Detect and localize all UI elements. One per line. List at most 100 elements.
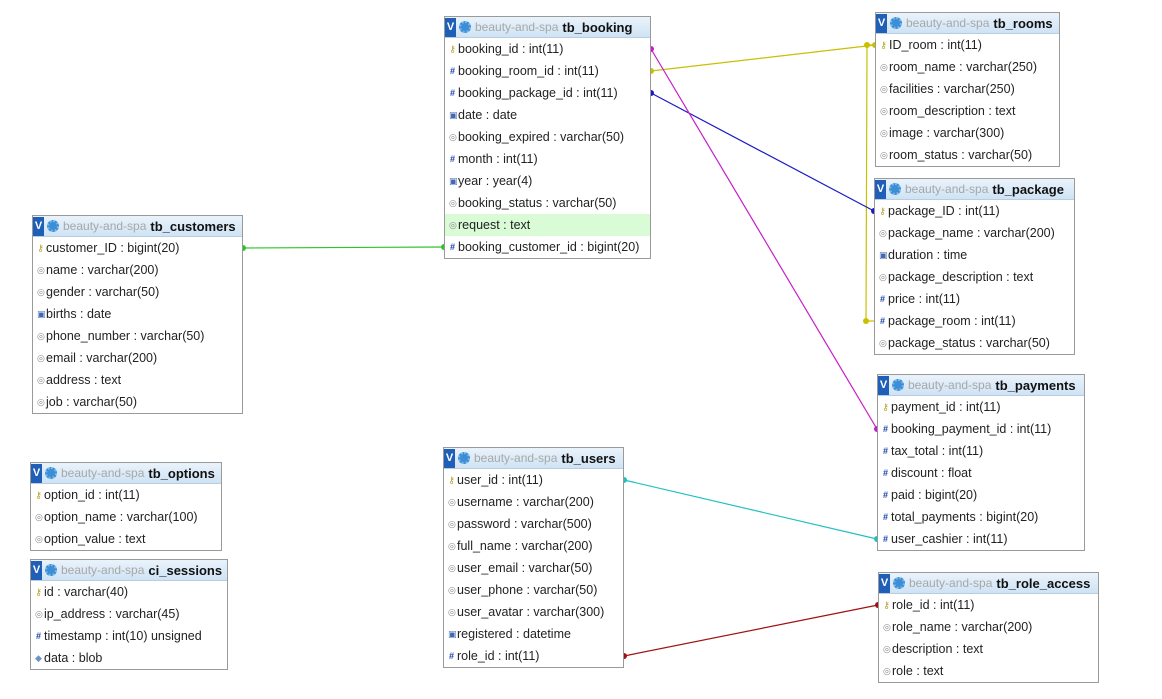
column-row[interactable]: ◎ image : varchar(300) — [876, 122, 1059, 144]
column-row[interactable]: ⚷ payment_id : int(11) — [878, 396, 1084, 418]
column-row[interactable]: ⚷ ID_room : int(11) — [876, 34, 1059, 56]
column-row[interactable]: # package_room : int(11) — [875, 310, 1074, 332]
toggle-view-button[interactable]: V — [445, 17, 456, 37]
column-row[interactable]: ◎ user_avatar : varchar(300) — [444, 601, 623, 623]
column-row[interactable]: ◎ booking_status : varchar(50) — [445, 192, 650, 214]
text-icon: ◎ — [35, 608, 43, 619]
column-label: email : varchar(200) — [46, 351, 158, 365]
hash-icon: # — [882, 446, 888, 456]
column-row[interactable]: ▣ registered : datetime — [444, 623, 623, 645]
table-header[interactable]: Vbeauty-and-spa tb_options — [31, 463, 221, 484]
column-row[interactable]: # paid : bigint(20) — [878, 484, 1084, 506]
toggle-view-button[interactable]: V — [31, 463, 42, 483]
column-row[interactable]: ◎ package_name : varchar(200) — [875, 222, 1074, 244]
column-row[interactable]: # month : int(11) — [445, 148, 650, 170]
table-tb-users[interactable]: Vbeauty-and-spa tb_users ⚷ user_id : int(11… — [443, 447, 624, 668]
column-row[interactable]: ◎ address : text — [33, 369, 242, 391]
table-header[interactable]: Vbeauty-and-spa tb_users — [444, 448, 623, 469]
toggle-view-button[interactable]: V — [31, 560, 42, 580]
column-row[interactable]: # discount : float — [878, 462, 1084, 484]
column-row[interactable]: ⚷ user_id : int(11) — [444, 469, 623, 491]
column-row[interactable]: ◎ booking_expired : varchar(50) — [445, 126, 650, 148]
toggle-view-button[interactable]: V — [33, 216, 44, 236]
toggle-view-button[interactable]: V — [875, 179, 886, 199]
column-row[interactable]: ▣ births : date — [33, 303, 242, 325]
column-row[interactable]: ▣ duration : time — [875, 244, 1074, 266]
gear-icon[interactable] — [893, 577, 905, 589]
gear-icon[interactable] — [890, 17, 902, 29]
table-ci-sessions[interactable]: Vbeauty-and-spa ci_sessions ⚷ id : varchar(… — [30, 559, 228, 670]
column-row[interactable]: ◎ phone_number : varchar(50) — [33, 325, 242, 347]
column-row[interactable]: ⚷ role_id : int(11) — [879, 594, 1098, 616]
column-row[interactable]: ◎ description : text — [879, 638, 1098, 660]
table-tb-customers[interactable]: Vbeauty-and-spa tb_customers ⚷ customer_ID … — [32, 215, 243, 414]
hash-icon: # — [449, 154, 455, 164]
gear-icon[interactable] — [459, 21, 471, 33]
column-row[interactable]: ◎ user_email : varchar(50) — [444, 557, 623, 579]
gear-icon[interactable] — [458, 452, 470, 464]
gear-icon[interactable] — [45, 467, 57, 479]
column-row[interactable]: ◎ request : text — [445, 214, 650, 236]
column-row[interactable]: ◎ option_value : text — [31, 528, 221, 550]
column-row[interactable]: ◎ job : varchar(50) — [33, 391, 242, 413]
column-row[interactable]: ◎ room_description : text — [876, 100, 1059, 122]
column-row[interactable]: # role_id : int(11) — [444, 645, 623, 667]
column-row[interactable]: ◎ gender : varchar(50) — [33, 281, 242, 303]
gear-icon[interactable] — [47, 220, 59, 232]
column-row[interactable]: ◎ ip_address : varchar(45) — [31, 603, 227, 625]
column-row[interactable]: ◎ package_status : varchar(50) — [875, 332, 1074, 354]
table-header[interactable]: Vbeauty-and-spa tb_package — [875, 179, 1074, 200]
table-header[interactable]: Vbeauty-and-spa tb_payments — [878, 375, 1084, 396]
table-header[interactable]: Vbeauty-and-spa tb_booking — [445, 17, 650, 38]
column-row[interactable]: ◎ option_name : varchar(100) — [31, 506, 221, 528]
toggle-view-button[interactable]: V — [879, 573, 890, 593]
column-row[interactable]: ◎ username : varchar(200) — [444, 491, 623, 513]
table-tb-role-access[interactable]: Vbeauty-and-spa tb_role_access ⚷ role_id : … — [878, 572, 1099, 683]
column-row[interactable]: ▣ year : year(4) — [445, 170, 650, 192]
column-row[interactable]: # booking_room_id : int(11) — [445, 60, 650, 82]
table-tb-options[interactable]: Vbeauty-and-spa tb_options ⚷ option_id : in… — [30, 462, 222, 551]
table-header[interactable]: Vbeauty-and-spa tb_customers — [33, 216, 242, 237]
column-row[interactable]: # price : int(11) — [875, 288, 1074, 310]
gear-icon[interactable] — [45, 564, 57, 576]
column-row[interactable]: ◎ full_name : varchar(200) — [444, 535, 623, 557]
column-row[interactable]: ◎ role_name : varchar(200) — [879, 616, 1098, 638]
gear-icon[interactable] — [889, 183, 901, 195]
column-row[interactable]: # total_payments : bigint(20) — [878, 506, 1084, 528]
column-row[interactable]: ◎ password : varchar(500) — [444, 513, 623, 535]
column-row[interactable]: ◎ user_phone : varchar(50) — [444, 579, 623, 601]
table-header[interactable]: Vbeauty-and-spa tb_role_access — [879, 573, 1098, 594]
table-header[interactable]: Vbeauty-and-spa ci_sessions — [31, 560, 227, 581]
column-row[interactable]: ◎ package_description : text — [875, 266, 1074, 288]
column-row[interactable]: ◎ name : varchar(200) — [33, 259, 242, 281]
table-tb-payments[interactable]: Vbeauty-and-spa tb_payments ⚷ payment_id : … — [877, 374, 1085, 551]
column-row[interactable]: ◎ email : varchar(200) — [33, 347, 242, 369]
toggle-view-button[interactable]: V — [878, 375, 889, 395]
column-row[interactable]: ◆ data : blob — [31, 647, 227, 669]
text-icon: ◎ — [879, 271, 887, 282]
text-icon: ◎ — [883, 665, 891, 676]
table-tb-rooms[interactable]: Vbeauty-and-spa tb_rooms ⚷ ID_room : int(11… — [875, 12, 1060, 167]
column-row[interactable]: ▣ date : date — [445, 104, 650, 126]
column-row[interactable]: ◎ room_name : varchar(250) — [876, 56, 1059, 78]
column-row[interactable]: # booking_payment_id : int(11) — [878, 418, 1084, 440]
table-tb-booking[interactable]: Vbeauty-and-spa tb_booking ⚷ booking_id : i… — [444, 16, 651, 259]
column-row[interactable]: ⚷ package_ID : int(11) — [875, 200, 1074, 222]
column-row[interactable]: ⚷ customer_ID : bigint(20) — [33, 237, 242, 259]
column-row[interactable]: ⚷ option_id : int(11) — [31, 484, 221, 506]
toggle-view-button[interactable]: V — [876, 13, 887, 33]
column-row[interactable]: ⚷ booking_id : int(11) — [445, 38, 650, 60]
table-header[interactable]: Vbeauty-and-spa tb_rooms — [876, 13, 1059, 34]
gear-icon[interactable] — [892, 379, 904, 391]
column-row[interactable]: ⚷ id : varchar(40) — [31, 581, 227, 603]
column-row[interactable]: # timestamp : int(10) unsigned — [31, 625, 227, 647]
column-row[interactable]: ◎ room_status : varchar(50) — [876, 144, 1059, 166]
column-row[interactable]: ◎ facilities : varchar(250) — [876, 78, 1059, 100]
column-row[interactable]: # tax_total : int(11) — [878, 440, 1084, 462]
table-tb-package[interactable]: Vbeauty-and-spa tb_package ⚷ package_ID : i… — [874, 178, 1075, 355]
toggle-view-button[interactable]: V — [444, 448, 455, 468]
column-row[interactable]: # booking_customer_id : bigint(20) — [445, 236, 650, 258]
column-row[interactable]: ◎ role : text — [879, 660, 1098, 682]
column-row[interactable]: # booking_package_id : int(11) — [445, 82, 650, 104]
column-row[interactable]: # user_cashier : int(11) — [878, 528, 1084, 550]
